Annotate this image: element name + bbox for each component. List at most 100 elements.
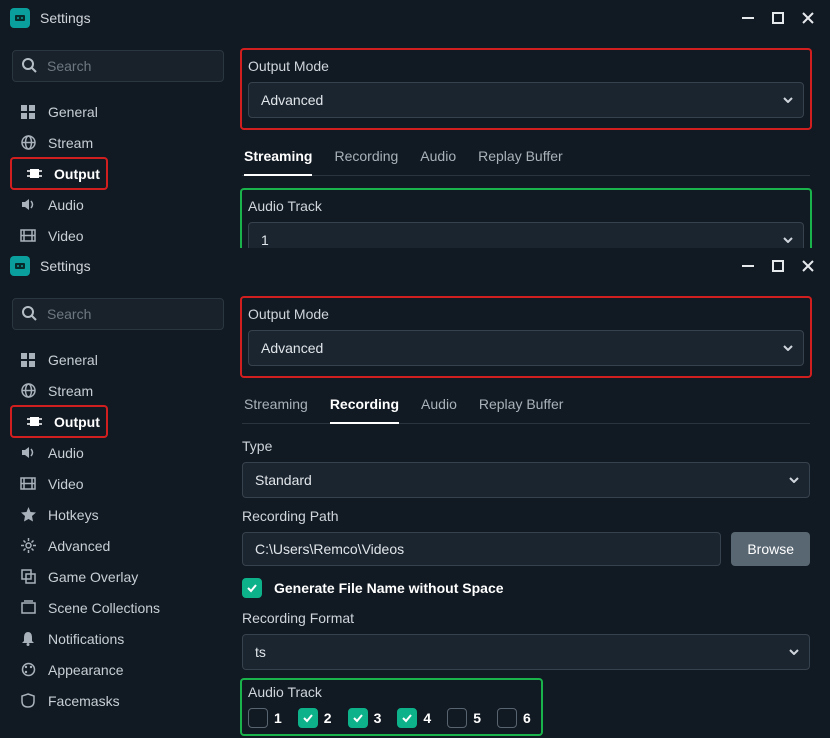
maximize-icon[interactable] bbox=[772, 12, 784, 24]
window-title: Settings bbox=[40, 10, 742, 26]
tab-replay-buffer[interactable]: Replay Buffer bbox=[478, 142, 563, 175]
tabs: Streaming Recording Audio Replay Buffer bbox=[242, 390, 810, 424]
type-label: Type bbox=[242, 438, 810, 454]
audio-track-4-checkbox[interactable] bbox=[397, 708, 417, 728]
audio-track-5[interactable]: 5 bbox=[447, 708, 481, 728]
recording-path-label: Recording Path bbox=[242, 508, 810, 524]
recording-format-label: Recording Format bbox=[242, 610, 810, 626]
tab-audio[interactable]: Audio bbox=[420, 142, 456, 175]
audio-track-section: Audio Track 1 2 3 4 56 bbox=[242, 680, 541, 734]
generate-filename-checkbox[interactable] bbox=[242, 578, 262, 598]
audio-track-3[interactable]: 3 bbox=[348, 708, 382, 728]
tab-replay-buffer[interactable]: Replay Buffer bbox=[479, 390, 564, 423]
titlebar: Settings bbox=[0, 0, 830, 36]
sidebar: General Stream Output AudioVideo bbox=[0, 36, 236, 261]
appearance-icon bbox=[16, 662, 40, 677]
chevron-down-icon bbox=[789, 649, 799, 655]
minimize-icon[interactable] bbox=[742, 12, 754, 24]
audio-track-1[interactable]: 1 bbox=[248, 708, 282, 728]
sidebar-item-general[interactable]: General bbox=[12, 96, 224, 127]
output-mode-section: Output Mode Advanced bbox=[242, 298, 810, 376]
audio-track-2-label: 2 bbox=[324, 710, 332, 726]
audio-track-5-label: 5 bbox=[473, 710, 481, 726]
audio-track-value: 1 bbox=[261, 232, 269, 248]
sidebar-item-label: Game Overlay bbox=[48, 569, 138, 585]
search-input[interactable] bbox=[12, 298, 224, 330]
sidebar-item-audio[interactable]: Audio bbox=[12, 189, 224, 220]
sidebar-item-general[interactable]: General bbox=[12, 344, 224, 375]
type-select[interactable]: Standard bbox=[242, 462, 810, 498]
audio-track-3-label: 3 bbox=[374, 710, 382, 726]
main-panel: Output Mode Advanced Streaming Recording A… bbox=[236, 36, 830, 270]
sidebar-item-label: Scene Collections bbox=[48, 600, 160, 616]
scene-icon bbox=[16, 600, 40, 615]
audio-track-1-checkbox[interactable] bbox=[248, 708, 268, 728]
recording-path-input[interactable] bbox=[242, 532, 721, 566]
audio-track-checkboxes: 1 2 3 4 56 bbox=[248, 708, 531, 728]
audio-track-5-checkbox[interactable] bbox=[447, 708, 467, 728]
sidebar-item-scene-collections[interactable]: Scene Collections bbox=[12, 592, 224, 623]
output-mode-section: Output Mode Advanced bbox=[242, 50, 810, 128]
sidebar-item-label: Output bbox=[54, 166, 100, 182]
film-icon bbox=[16, 229, 40, 242]
sidebar-item-video[interactable]: Video bbox=[12, 468, 224, 499]
chevron-down-icon bbox=[783, 345, 793, 351]
sidebar-item-stream[interactable]: Stream bbox=[12, 127, 224, 158]
audio-track-6[interactable]: 6 bbox=[497, 708, 531, 728]
type-value: Standard bbox=[255, 472, 312, 488]
recording-format-select[interactable]: ts bbox=[242, 634, 810, 670]
sidebar-item-stream[interactable]: Stream bbox=[12, 375, 224, 406]
sidebar-item-label: Audio bbox=[48, 445, 84, 461]
sidebar-item-appearance[interactable]: Appearance bbox=[12, 654, 224, 685]
search-input[interactable] bbox=[12, 50, 224, 82]
generate-filename-row[interactable]: Generate File Name without Space bbox=[242, 578, 810, 598]
app-icon bbox=[10, 8, 30, 28]
sidebar-item-facemasks[interactable]: Facemasks bbox=[12, 685, 224, 716]
search-icon bbox=[21, 57, 37, 73]
tab-streaming[interactable]: Streaming bbox=[244, 390, 308, 423]
sidebar-item-hotkeys[interactable]: Hotkeys bbox=[12, 499, 224, 530]
main-panel: Output Mode Advanced Streaming Recording A… bbox=[236, 284, 830, 738]
sidebar-item-label: Appearance bbox=[48, 662, 124, 678]
minimize-icon[interactable] bbox=[742, 260, 754, 272]
sidebar-item-output[interactable]: Output bbox=[12, 158, 224, 189]
output-mode-select[interactable]: Advanced bbox=[248, 82, 804, 118]
audio-track-6-checkbox[interactable] bbox=[497, 708, 517, 728]
output-mode-select[interactable]: Advanced bbox=[248, 330, 804, 366]
chip-icon bbox=[22, 166, 46, 181]
sidebar-item-label: Advanced bbox=[48, 538, 110, 554]
sidebar-item-label: Stream bbox=[48, 135, 93, 151]
titlebar: Settings bbox=[0, 248, 830, 284]
sidebar-item-label: Output bbox=[54, 414, 100, 430]
browse-button[interactable]: Browse bbox=[731, 532, 810, 566]
chevron-down-icon bbox=[783, 97, 793, 103]
maximize-icon[interactable] bbox=[772, 260, 784, 272]
sidebar-item-notifications[interactable]: Notifications bbox=[12, 623, 224, 654]
audio-track-3-checkbox[interactable] bbox=[348, 708, 368, 728]
chevron-down-icon bbox=[789, 477, 799, 483]
tab-recording[interactable]: Recording bbox=[334, 142, 398, 175]
tab-recording[interactable]: Recording bbox=[330, 390, 399, 424]
grid-icon bbox=[16, 105, 40, 119]
audio-track-4[interactable]: 4 bbox=[397, 708, 431, 728]
mask-icon bbox=[16, 693, 40, 708]
gear-icon bbox=[16, 538, 40, 553]
sidebar-item-advanced[interactable]: Advanced bbox=[12, 530, 224, 561]
sidebar-item-video[interactable]: Video bbox=[12, 220, 224, 251]
window-title: Settings bbox=[40, 258, 742, 274]
generate-filename-label: Generate File Name without Space bbox=[274, 580, 504, 596]
audio-track-2-checkbox[interactable] bbox=[298, 708, 318, 728]
tab-audio[interactable]: Audio bbox=[421, 390, 457, 423]
chip-icon bbox=[22, 414, 46, 429]
audio-track-4-label: 4 bbox=[423, 710, 431, 726]
bell-icon bbox=[16, 631, 40, 646]
audio-track-2[interactable]: 2 bbox=[298, 708, 332, 728]
tab-streaming[interactable]: Streaming bbox=[244, 142, 312, 176]
sidebar-item-audio[interactable]: Audio bbox=[12, 437, 224, 468]
close-icon[interactable] bbox=[802, 260, 814, 272]
sidebar-item-output[interactable]: Output bbox=[12, 406, 224, 437]
audio-track-label: Audio Track bbox=[248, 684, 531, 700]
sidebar-item-game-overlay[interactable]: Game Overlay bbox=[12, 561, 224, 592]
sidebar-item-label: Stream bbox=[48, 383, 93, 399]
close-icon[interactable] bbox=[802, 12, 814, 24]
